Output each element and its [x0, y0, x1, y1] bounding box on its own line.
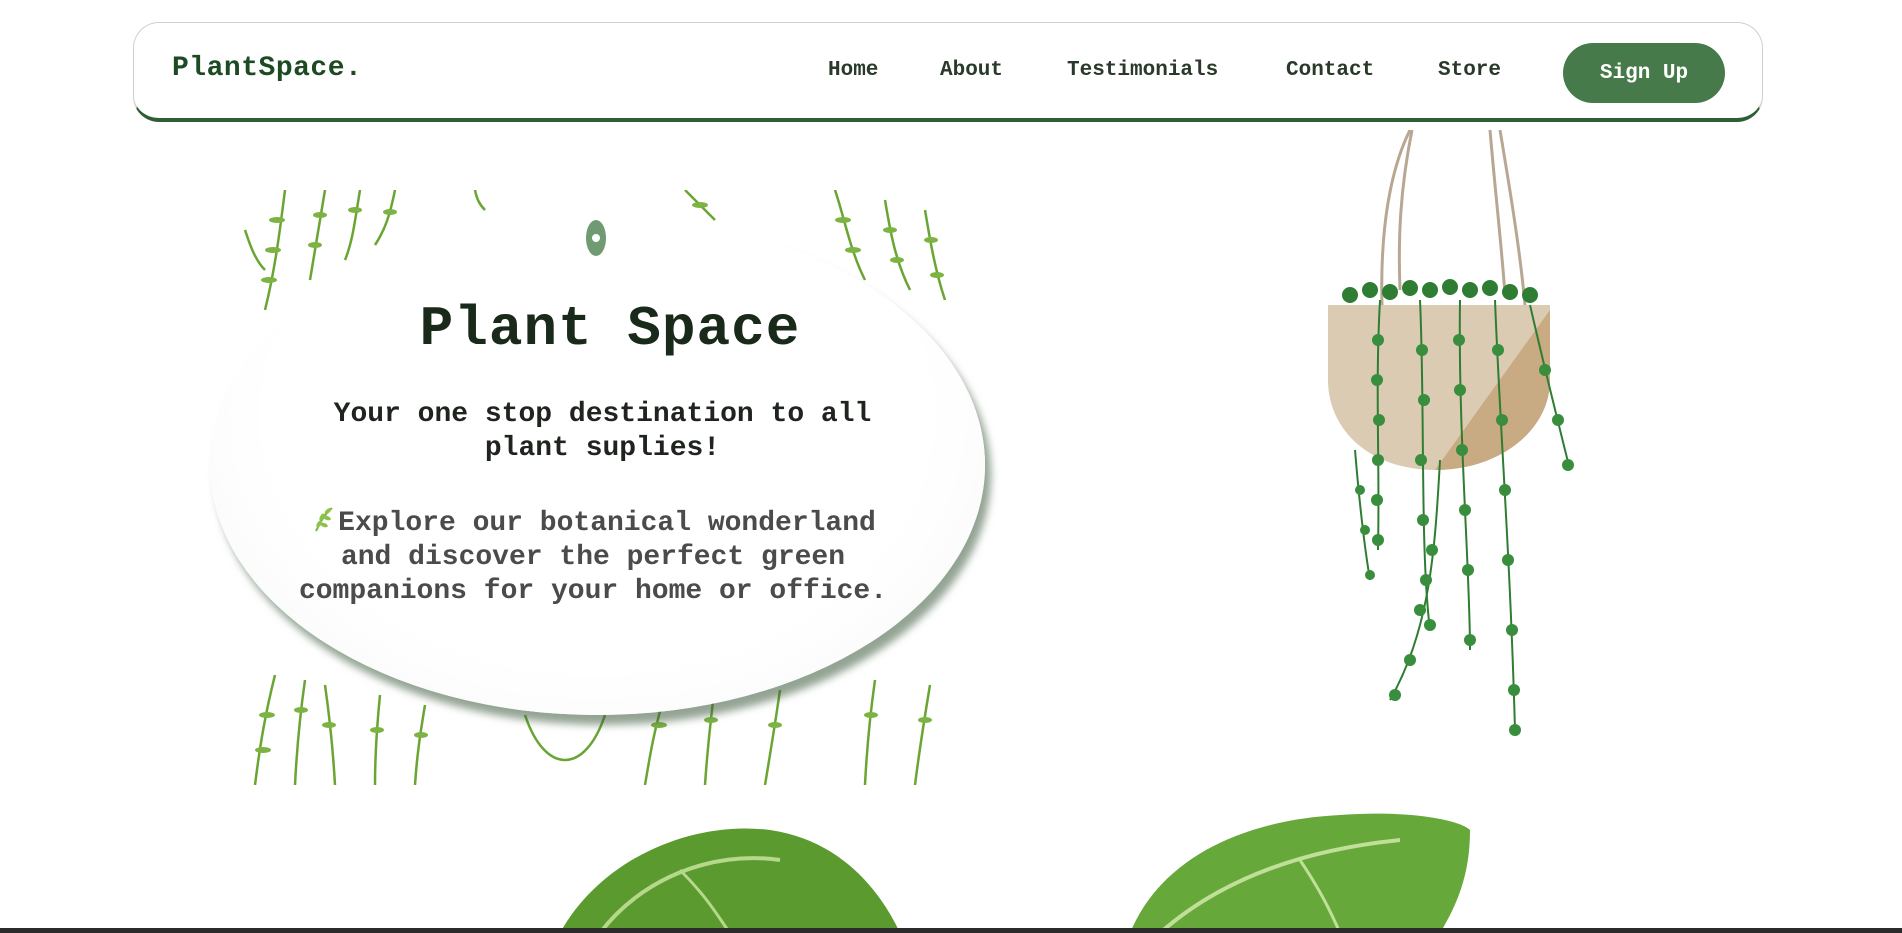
signup-button[interactable]: Sign Up — [1563, 43, 1725, 103]
tag-hole — [586, 220, 606, 256]
nav-store[interactable]: Store — [1438, 59, 1501, 82]
hero-title: Plant Space — [419, 297, 801, 361]
hero-subtitle: Your one stop destination to all plant s… — [333, 399, 872, 464]
nav-about[interactable]: About — [940, 59, 1003, 82]
hero-card: Plant Space Your one stop destination to… — [210, 190, 990, 785]
nav-home[interactable]: Home — [828, 59, 878, 82]
hero-description: Explore our botanical wonderland and dis… — [278, 505, 908, 609]
nav-testimonials[interactable]: Testimonials — [1067, 59, 1218, 82]
leaf-sprig-icon — [315, 507, 333, 532]
brand-logo[interactable]: PlantSpace. — [172, 53, 362, 84]
bottom-edge-bar — [0, 928, 1902, 933]
hanging-plant-illustration — [1328, 130, 1574, 736]
nav-contact[interactable]: Contact — [1286, 59, 1374, 82]
hero-description-text: Explore our botanical wonderland and dis… — [298, 508, 888, 607]
navbar: PlantSpace. Home About Testimonials Cont… — [133, 22, 1763, 122]
basil-leaves-illustration — [560, 813, 1470, 933]
